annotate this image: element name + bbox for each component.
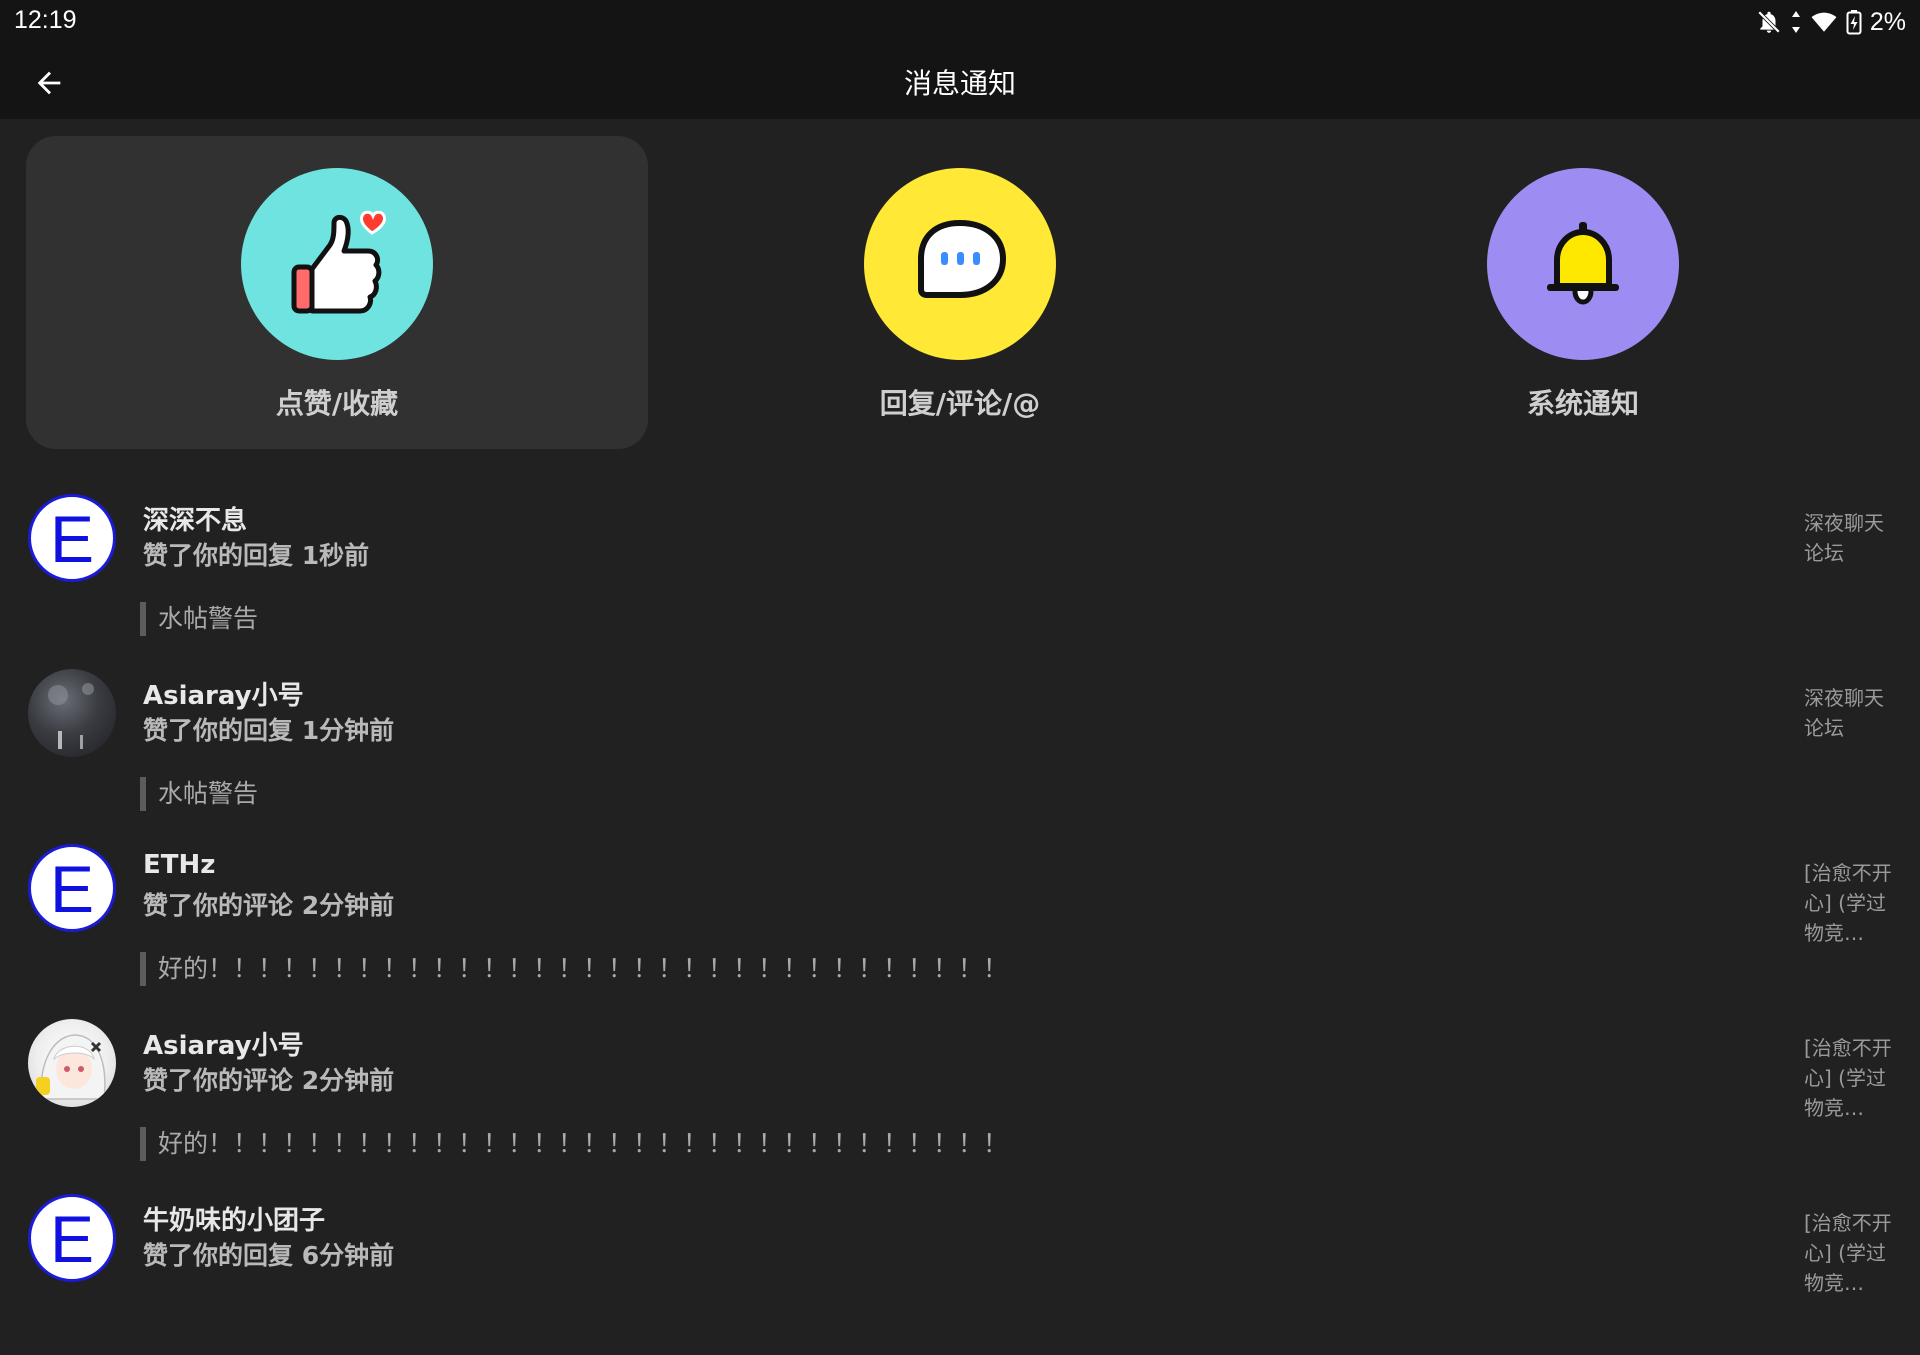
quoted-content[interactable]: 好的！！！！！！！！！！！！！！！！！！！！！！！！！！！！！！！！: [140, 952, 1008, 986]
wifi-icon: [1810, 9, 1838, 35]
username[interactable]: 深深不息: [143, 500, 247, 537]
list-item[interactable]: Asiaray小号 赞了你的回复 1分钟前 水帖警告 深夜聊天论坛: [0, 655, 1920, 830]
list-item[interactable]: E 深深不息 赞了你的回复 1秒前 水帖警告 深夜聊天论坛: [0, 480, 1920, 655]
action-text: 赞了你的评论 2分钟前: [143, 1066, 395, 1095]
avatar[interactable]: [28, 1019, 116, 1107]
chat-bubble-icon: [918, 220, 1006, 298]
status-bar: 12:19 2%: [0, 0, 1920, 44]
source-forum[interactable]: [治愈不开心] (学过物竞…: [1804, 1033, 1900, 1123]
list-item[interactable]: E 牛奶味的小团子 赞了你的回复 6分钟前 [治愈不开心] (学过物竞…: [0, 1180, 1920, 1355]
bell-icon: [1547, 222, 1619, 305]
source-forum[interactable]: 深夜聊天论坛: [1804, 683, 1900, 743]
list-item[interactable]: E ETHz 赞了你的评论 2分钟前 好的！！！！！！！！！！！！！！！！！！！…: [0, 830, 1920, 1005]
action-text: 赞了你的回复 1秒前: [143, 541, 370, 570]
username[interactable]: Asiaray小号: [143, 675, 304, 712]
avatar-anime-image: [36, 1034, 106, 1100]
quoted-content[interactable]: 好的！！！！！！！！！！！！！！！！！！！！！！！！！！！！！！！！: [140, 1127, 1008, 1161]
action-text: 赞了你的回复 6分钟前: [143, 1241, 395, 1270]
avatar-photo-image: [48, 683, 94, 749]
notifications-off-icon: [1756, 9, 1782, 35]
tab-replies-comments[interactable]: 回复/评论/@: [649, 136, 1271, 449]
source-forum[interactable]: [治愈不开心] (学过物竞…: [1804, 1208, 1900, 1298]
list-item[interactable]: Asiaray小号 赞了你的评论 2分钟前 好的！！！！！！！！！！！！！！！！…: [0, 1005, 1920, 1180]
battery-percentage: 2%: [1869, 7, 1906, 36]
action-text: 赞了你的评论 2分钟前: [143, 891, 395, 920]
username[interactable]: ETHz: [143, 850, 215, 880]
source-forum[interactable]: 深夜聊天论坛: [1804, 508, 1900, 568]
status-icons: 2%: [1756, 6, 1906, 38]
avatar-letter-e: E: [49, 1202, 95, 1276]
tab-likes-favorites[interactable]: 点赞/收藏: [26, 136, 648, 449]
avatar-letter-e: E: [49, 502, 95, 576]
username[interactable]: Asiaray小号: [143, 1025, 304, 1062]
page-title: 消息通知: [903, 67, 1016, 100]
tab-label: 系统通知: [1526, 387, 1639, 420]
thumbs-up-heart-icon: [291, 210, 386, 314]
battery-charging-icon: [1846, 9, 1862, 35]
tab-label: 点赞/收藏: [275, 387, 399, 420]
avatar[interactable]: [28, 669, 116, 757]
action-text: 赞了你的回复 1分钟前: [143, 716, 395, 745]
quoted-content[interactable]: 水帖警告: [140, 602, 258, 636]
quoted-content[interactable]: 水帖警告: [140, 777, 258, 811]
likes-icon-circle: [241, 168, 433, 360]
tab-system-notifications[interactable]: 系统通知: [1272, 136, 1894, 449]
notification-list: E 深深不息 赞了你的回复 1秒前 水帖警告 深夜聊天论坛 Asiaray小号 …: [0, 480, 1920, 1355]
status-time: 12:19: [14, 6, 77, 34]
source-forum[interactable]: [治愈不开心] (学过物竞…: [1804, 858, 1900, 948]
avatar[interactable]: E: [28, 1194, 116, 1282]
avatar[interactable]: E: [28, 494, 116, 582]
category-tabs: 点赞/收藏 回复/评论/@ 系统通知: [26, 136, 1894, 449]
tab-label: 回复/评论/@: [879, 387, 1041, 420]
replies-icon-circle: [864, 168, 1056, 360]
data-arrows-icon: [1790, 9, 1802, 35]
avatar[interactable]: E: [28, 844, 116, 932]
system-icon-circle: [1487, 168, 1679, 360]
avatar-letter-e: E: [49, 852, 95, 926]
app-bar: 消息通知: [0, 44, 1920, 119]
username[interactable]: 牛奶味的小团子: [143, 1200, 325, 1237]
